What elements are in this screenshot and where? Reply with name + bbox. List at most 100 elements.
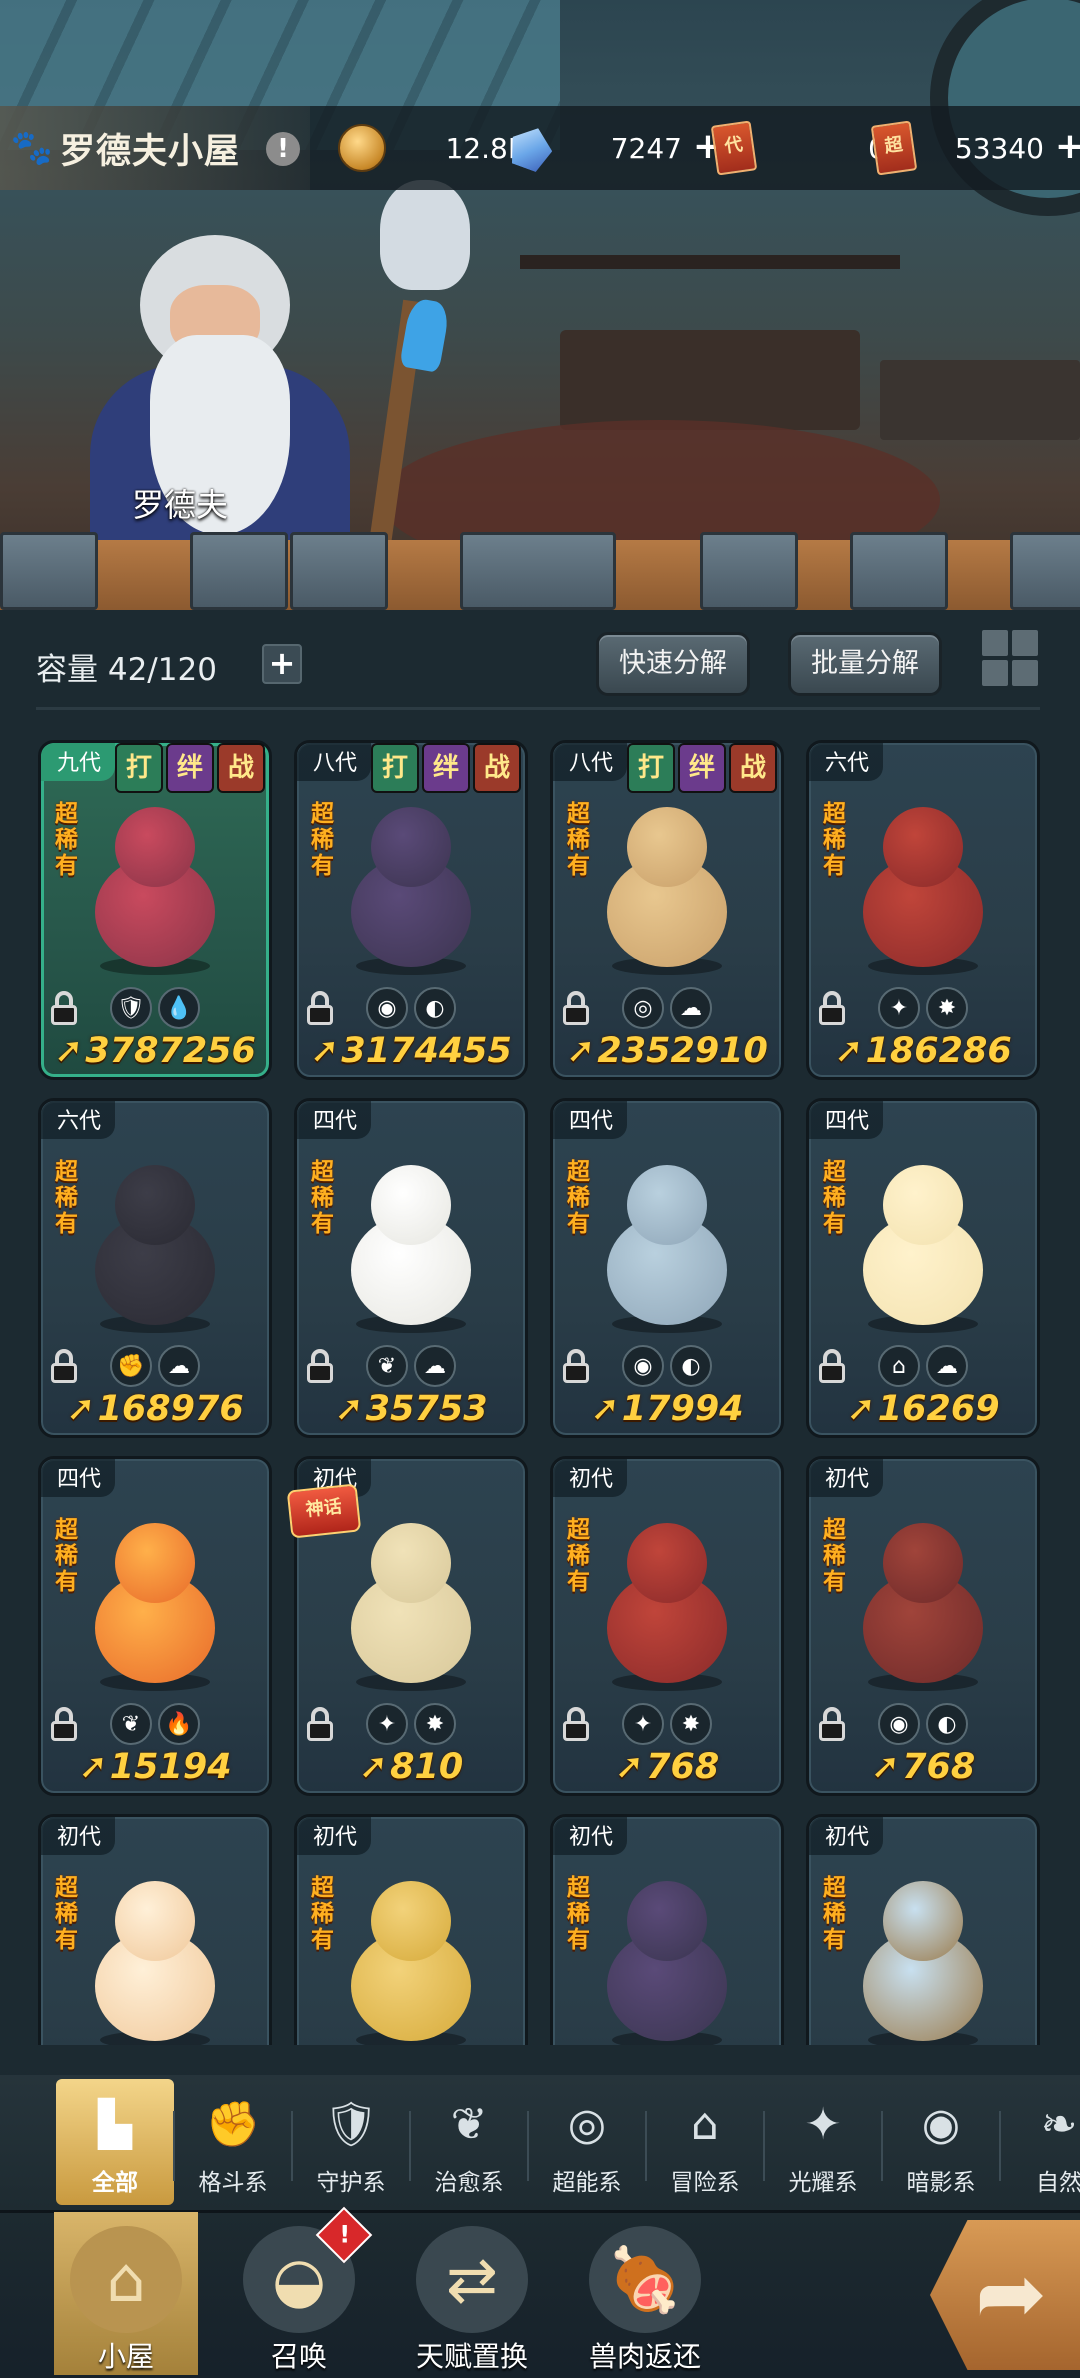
- rarity-label: 超稀有: [823, 1159, 846, 1237]
- ticket-a-value: 0: [754, 132, 886, 165]
- generation-label: 六代: [41, 1101, 116, 1139]
- creature-head: [627, 807, 707, 887]
- combat-power: ➚35753: [297, 1389, 525, 1429]
- info-icon[interactable]: !: [266, 132, 300, 166]
- location-title-tab: 🐾 罗德夫小屋: [0, 106, 310, 190]
- rail-block: [190, 532, 288, 610]
- generation-label: 四代: [297, 1101, 372, 1139]
- element-types: 🛡 💧: [110, 987, 200, 1029]
- pet-card[interactable]: 六代 超稀有 ✦ ✸ ➚186286: [806, 740, 1040, 1080]
- pet-card[interactable]: 初代 超稀有: [294, 1814, 528, 2045]
- nav-tab[interactable]: ⇄ 天赋置换: [400, 2212, 544, 2375]
- filter-tab[interactable]: ❧ 自然: [1000, 2079, 1080, 2205]
- lock-icon[interactable]: [49, 1707, 79, 1741]
- batch-decompose-button[interactable]: 批量分解: [788, 632, 942, 696]
- pet-card[interactable]: 四代 超稀有 ⌂ ☁ ➚16269: [806, 1098, 1040, 1438]
- rail-block: [290, 532, 388, 610]
- pet-card[interactable]: 八代打绊战超稀有 ◎ ☁ ➚2352910: [550, 740, 784, 1080]
- pet-card[interactable]: 初代 超稀有: [38, 1814, 272, 2045]
- lock-icon[interactable]: [49, 991, 79, 1025]
- power-value: 16269: [877, 1389, 1000, 1429]
- pet-card[interactable]: 初代 超稀有 ◉ ◐ ➚768: [806, 1456, 1040, 1796]
- creature-head: [627, 1523, 707, 1603]
- rarity-label: 超稀有: [55, 801, 78, 879]
- lock-icon[interactable]: [305, 991, 335, 1025]
- element-type-icon: ◉: [878, 1703, 920, 1745]
- pet-card[interactable]: 六代 超稀有 ✊ ☁ ➚168976: [38, 1098, 272, 1438]
- trait-tag: 绊: [166, 743, 214, 793]
- crystal-icon: [504, 121, 558, 175]
- lock-icon[interactable]: [817, 991, 847, 1025]
- generation-label: 八代: [553, 743, 628, 781]
- element-types: ◎ ☁: [622, 987, 712, 1029]
- nav-tab[interactable]: 🍖 兽肉返还: [573, 2212, 717, 2375]
- gold-resource: 12.8M: [338, 122, 532, 174]
- creature-head: [883, 807, 963, 887]
- filter-label: 治愈系: [434, 2170, 504, 2196]
- generation-label: 九代: [41, 743, 116, 781]
- power-arrow-icon: ➚: [614, 1747, 645, 1787]
- pet-card[interactable]: 四代 超稀有 ◉ ◐ ➚17994: [550, 1098, 784, 1438]
- creature-head: [371, 1165, 451, 1245]
- filter-tab[interactable]: ❦ 治愈系: [410, 2079, 528, 2205]
- filter-tab[interactable]: ◎ 超能系: [528, 2079, 646, 2205]
- rarity-label: 超稀有: [567, 1517, 590, 1595]
- nav-tab[interactable]: ⌂ 小屋: [54, 2212, 198, 2375]
- rarity-label: 超稀有: [823, 1875, 846, 1953]
- pet-card[interactable]: 初代 超稀有 ✦ ✸ ➚768: [550, 1456, 784, 1796]
- lock-icon[interactable]: [817, 1707, 847, 1741]
- pet-card[interactable]: 九代打绊战超稀有 🛡 💧 ➚3787256: [38, 740, 272, 1080]
- nav-label: 兽肉返还: [588, 2340, 701, 2373]
- power-arrow-icon: ➚: [78, 1747, 108, 1787]
- creature-head: [371, 807, 451, 887]
- lock-icon[interactable]: [817, 1349, 847, 1383]
- grid-view-icon[interactable]: [982, 630, 1038, 686]
- lock-icon[interactable]: [561, 1707, 591, 1741]
- alert-mark: !: [339, 2220, 351, 2249]
- pet-card[interactable]: 初代 超稀有: [550, 1814, 784, 2045]
- power-arrow-icon: ➚: [566, 1031, 596, 1071]
- filter-tab[interactable]: ⌂ 冒险系: [646, 2079, 764, 2205]
- lock-icon[interactable]: [561, 1349, 591, 1383]
- filter-tab[interactable]: ◉ 暗影系: [882, 2079, 1000, 2205]
- power-value: 35753: [365, 1389, 488, 1429]
- pet-card[interactable]: 初代 超稀有: [806, 1814, 1040, 2045]
- quick-decompose-button[interactable]: 快速分解: [596, 632, 750, 696]
- filter-tab[interactable]: ✦ 光耀系: [764, 2079, 882, 2205]
- filter-tab[interactable]: 🛡 守护系: [292, 2079, 410, 2205]
- element-types: ✦ ✸: [622, 1703, 712, 1745]
- power-value: 186286: [865, 1031, 1012, 1071]
- rarity-label: 超稀有: [567, 801, 590, 879]
- element-type-icon: ⌂: [878, 1345, 920, 1387]
- expand-capacity-button[interactable]: +: [262, 644, 302, 684]
- rarity-label: 超稀有: [823, 801, 846, 879]
- creature-portrait: [848, 1871, 998, 2045]
- desk: [560, 330, 860, 430]
- filter-tab[interactable]: ✊ 格斗系: [174, 2079, 292, 2205]
- lock-icon[interactable]: [305, 1349, 335, 1383]
- power-arrow-icon: ➚: [358, 1747, 389, 1787]
- combat-power: ➚3174455: [297, 1031, 525, 1071]
- power-arrow-icon: ➚: [54, 1031, 84, 1071]
- lock-icon[interactable]: [49, 1349, 79, 1383]
- lantern-icon: ⌂: [691, 2098, 719, 2150]
- pet-card[interactable]: 初代 神话 ✦ ✸ ➚810: [286, 1456, 528, 1796]
- power-value: 810: [390, 1747, 464, 1787]
- pet-card[interactable]: 八代打绊战超稀有 ◉ ◐ ➚3174455: [294, 740, 528, 1080]
- element-type-icon: ☁: [926, 1345, 968, 1387]
- filter-tab[interactable]: ▙ 全部: [56, 2079, 174, 2205]
- pet-card[interactable]: 四代 超稀有 ❦ 🔥 ➚15194: [38, 1456, 272, 1796]
- power-value: 768: [646, 1747, 720, 1787]
- add-ticket-button[interactable]: +: [1052, 129, 1080, 166]
- lock-icon[interactable]: [305, 1707, 335, 1741]
- pet-card[interactable]: 四代 超稀有 ❦ ☁ ➚35753: [294, 1098, 528, 1438]
- combat-power: ➚16269: [809, 1389, 1037, 1429]
- creature-portrait: [336, 1513, 486, 1693]
- lock-icon[interactable]: [561, 991, 591, 1025]
- element-types: ◉ ◐: [622, 1345, 712, 1387]
- rarity-label: 超稀有: [55, 1517, 78, 1595]
- element-types: ✦ ✸: [878, 987, 968, 1029]
- creature-portrait: [80, 1871, 230, 2045]
- capacity-label: 容量 42/120: [36, 652, 217, 688]
- element-type-icon: ✸: [670, 1703, 712, 1745]
